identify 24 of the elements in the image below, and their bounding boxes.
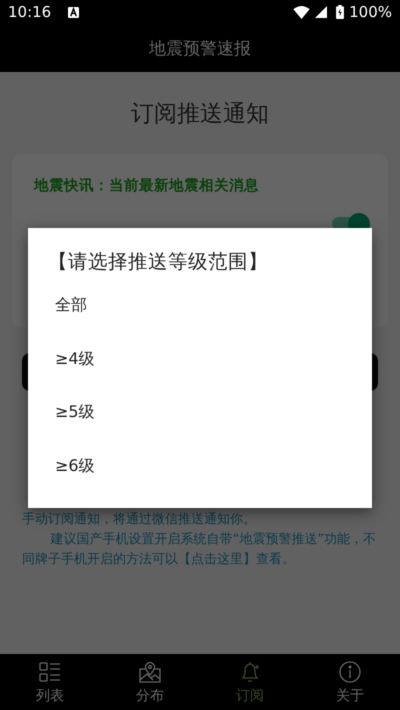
list-icon [38, 660, 62, 684]
level-option[interactable]: ≥4级 [55, 346, 372, 400]
info-icon [338, 660, 362, 684]
dialog-title: 【请选择推送等级范围】 [48, 249, 269, 275]
nav-tab[interactable]: 列表 [0, 654, 100, 710]
battery-level: 100% [349, 3, 392, 21]
click-here-link[interactable]: 【点击这里】 [178, 552, 256, 567]
battery-icon [336, 5, 344, 19]
level-option[interactable]: ≥6级 [55, 454, 372, 507]
app-title: 地震预警速报 [149, 38, 251, 60]
level-option[interactable]: ≥5级 [55, 400, 372, 454]
nav-tab[interactable]: 订阅 [200, 654, 300, 710]
level-option[interactable]: 全部 [55, 293, 372, 346]
tip-text: 建议国产手机设置开启系统自带“地震预警推送”功能，不同牌子手机开启的方法可以【点击这里】查看。 [22, 531, 378, 569]
nav-tab[interactable]: 分布 [100, 654, 200, 710]
map-pin-icon [138, 660, 162, 684]
signal-icon [315, 6, 328, 18]
notification-icon [68, 6, 80, 18]
page-title: 订阅推送通知 [130, 100, 270, 129]
status-time: 10:16 [8, 3, 52, 21]
note-text: 手动订阅通知，将通过微信推送通知你。 [22, 511, 257, 529]
news-headline: 地震快讯：当前最新地震相关消息 [34, 176, 260, 195]
wifi-icon [293, 6, 310, 18]
nav-tab[interactable]: 关于 [300, 654, 400, 710]
